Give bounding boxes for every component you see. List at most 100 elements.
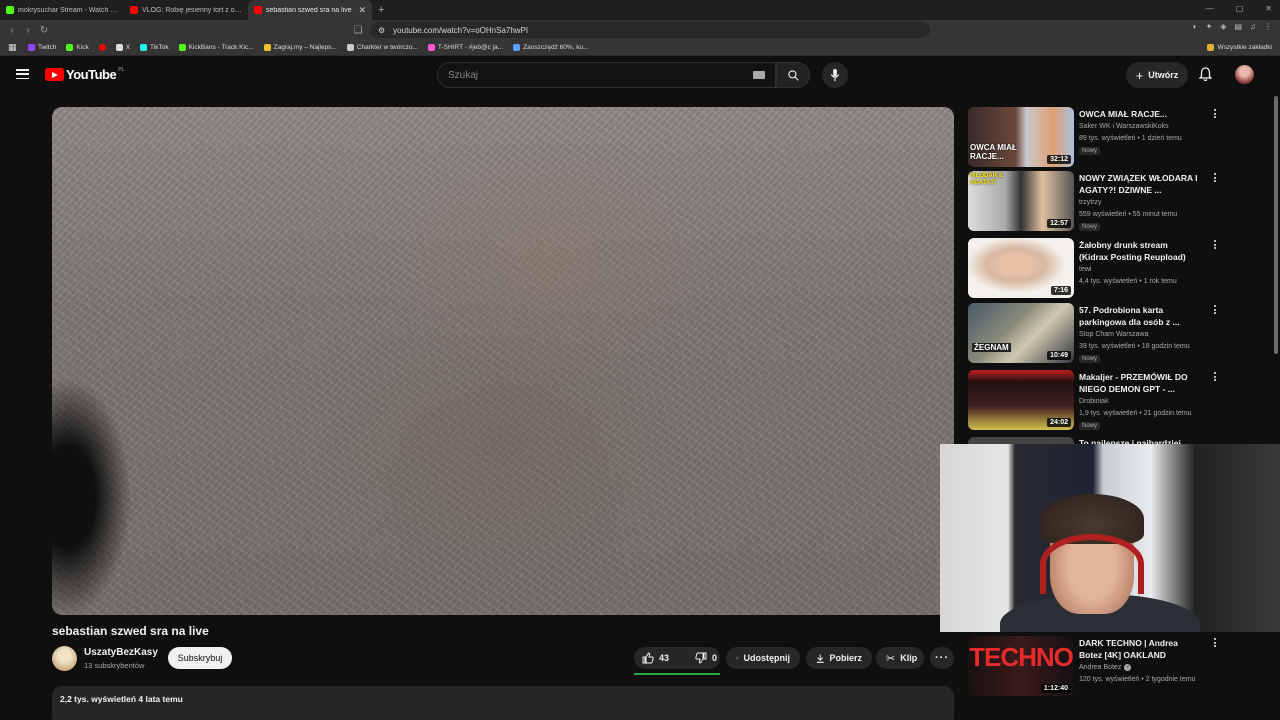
all-bookmarks[interactable]: Wszystkie zakładki: [1207, 44, 1272, 51]
bookmark-item[interactable]: Twitch: [28, 44, 56, 51]
channel-name[interactable]: UszatyBezKasy: [84, 647, 158, 658]
rec-meta: 120 tys. wyświetleń • 2 tygodnie temu: [1079, 676, 1196, 683]
reload-icon[interactable]: ↻: [36, 25, 52, 36]
more-vertical-icon[interactable]: [1211, 173, 1219, 182]
new-tab-icon[interactable]: +: [378, 4, 384, 16]
bookmark-item[interactable]: TikTok: [140, 44, 169, 51]
video-thumbnail[interactable]: WŁODAR & AGATA?! 12:57: [968, 171, 1074, 231]
sale-icon: [513, 44, 521, 51]
voice-search-button[interactable]: [822, 62, 848, 88]
menu-dots-icon[interactable]: ⋮: [1264, 22, 1272, 31]
more-horizontal-icon: ···: [935, 652, 949, 664]
new-badge: Nowy: [1079, 147, 1101, 155]
extension-icon[interactable]: ♫: [1250, 22, 1256, 31]
bookmark-item[interactable]: X: [115, 44, 130, 51]
video-title: sebastian szwed sra na live: [52, 624, 209, 638]
more-actions-button[interactable]: ···: [930, 647, 954, 669]
rec-channel: Saker WK i WarszawskiKoks: [1079, 123, 1169, 130]
like-dislike-group: 43 0: [634, 647, 720, 669]
share-button[interactable]: Udostępnij: [726, 647, 800, 669]
extension-icon[interactable]: ▤: [1234, 22, 1242, 31]
video-thumbnail[interactable]: TECHNO 1:12:40: [968, 636, 1074, 696]
browser-tab[interactable]: mokrysuchar Stream - Watch Live on: [0, 0, 124, 20]
more-vertical-icon[interactable]: [1211, 109, 1219, 118]
recommendation-item[interactable]: ŻEGNAM 10:49 57. Podrobiona karta parkin…: [968, 303, 1268, 365]
youtube-icon: [98, 44, 106, 51]
thumbs-up-icon: [642, 652, 654, 664]
rec-channel: tewi: [1079, 266, 1092, 273]
clip-button[interactable]: ✂ Klip: [876, 647, 924, 669]
search-button[interactable]: [776, 62, 810, 88]
close-window-icon[interactable]: ✕: [1265, 4, 1272, 13]
extension-icon[interactable]: ◐: [1193, 22, 1198, 31]
address-bar[interactable]: ⚙ youtube.com/watch?v=oOHnSa7hwPI: [370, 22, 930, 38]
tab-title: mokrysuchar Stream - Watch Live on: [18, 6, 118, 14]
create-button[interactable]: + Utwórz: [1126, 62, 1188, 88]
channel-avatar[interactable]: [52, 646, 77, 671]
bookmark-item[interactable]: T-SHIRT - #jeb@c ja...: [427, 44, 503, 51]
search-input[interactable]: Szukaj: [437, 62, 776, 88]
extension-icon[interactable]: ◈: [1220, 22, 1226, 31]
zagraj-icon: [263, 44, 271, 51]
create-label: Utwórz: [1148, 70, 1179, 80]
youtube-logo[interactable]: YouTube PL: [45, 67, 124, 82]
video-thumbnail[interactable]: 24:02: [968, 370, 1074, 430]
video-frame-shadow: [52, 377, 132, 615]
video-thumbnail[interactable]: 7:16: [968, 238, 1074, 298]
rec-meta: 89 tys. wyświetleń • 1 dzień temu: [1079, 135, 1182, 142]
subscribe-button[interactable]: Subskrybuj: [168, 647, 232, 669]
keyboard-icon[interactable]: [753, 71, 765, 79]
description-box[interactable]: 2,2 tys. wyświetleń 4 lata temu: [52, 686, 954, 720]
minimize-icon[interactable]: —: [1206, 4, 1214, 13]
recommendation-item[interactable]: TECHNO 1:12:40 DARK TECHNO | Andrea Bote…: [968, 636, 1268, 698]
browser-tab-active[interactable]: sebastian szwed sra na live ✕: [248, 0, 372, 20]
more-vertical-icon[interactable]: [1211, 372, 1219, 381]
page-scrollbar[interactable]: [1274, 96, 1278, 354]
bookmark-item[interactable]: Kick: [66, 44, 89, 51]
bookmark-item[interactable]: [98, 44, 106, 51]
video-player[interactable]: [52, 107, 954, 615]
more-vertical-icon[interactable]: [1211, 638, 1219, 647]
close-tab-icon[interactable]: ✕: [358, 5, 366, 16]
back-icon[interactable]: ‹: [4, 25, 20, 36]
more-vertical-icon[interactable]: [1211, 240, 1219, 249]
menu-hamburger-icon[interactable]: [16, 69, 29, 79]
rec-title: 57. Podrobiona karta parkingowa dla osób…: [1079, 305, 1180, 327]
forward-icon[interactable]: ›: [20, 25, 36, 36]
tab-title: VLOG: Robię jesienny tort z okazji im: [142, 6, 242, 14]
bookmark-item[interactable]: Charkter w twórczo...: [346, 44, 418, 51]
youtube-header: YouTube PL Szukaj + Utwórz: [0, 56, 1280, 94]
download-button[interactable]: Pobierz: [806, 647, 872, 669]
maximize-icon[interactable]: ▢: [1236, 4, 1244, 13]
rec-title: NOWY ZWIĄZEK WŁODARA I AGATY?! DZIWNE ..…: [1079, 173, 1198, 195]
bookmark-item[interactable]: Zaoszczędź 60%, ku...: [513, 44, 589, 51]
kick-icon: [66, 44, 74, 51]
folder-icon: [1207, 44, 1215, 51]
video-thumbnail[interactable]: ŻEGNAM 10:49: [968, 303, 1074, 363]
dislike-button[interactable]: 0: [687, 647, 725, 669]
recommendation-item[interactable]: WŁODAR & AGATA?! 12:57 NOWY ZWIĄZEK WŁOD…: [968, 171, 1268, 233]
browser-tab-bar: mokrysuchar Stream - Watch Live on VLOG:…: [0, 0, 1280, 20]
headphones: [1040, 534, 1144, 594]
thumbnail-caption: TECHNO: [969, 642, 1074, 672]
recommendation-item[interactable]: OWCA MIAŁ RACJE... 32:12 OWCA MIAŁ RACJE…: [968, 107, 1268, 169]
recommendation-item[interactable]: 7:16 Żałobny drunk stream (Kidrax Postin…: [968, 238, 1268, 300]
notifications-bell-icon[interactable]: [1199, 67, 1212, 82]
bookmark-icon[interactable]: ❏: [350, 25, 366, 36]
bookmarks-bar: ▦ Twitch Kick X TikTok KickBans - Track …: [0, 40, 1280, 56]
like-count: 43: [659, 653, 670, 663]
extension-icons: ◐ ✦ ◈ ▤ ♫ ⋮: [1193, 22, 1272, 31]
site-info-icon[interactable]: ⚙: [378, 26, 385, 35]
country-code: PL: [118, 66, 125, 73]
apps-grid-icon[interactable]: ▦: [8, 42, 17, 53]
bookmark-item[interactable]: Zagraj.my – Najleps...: [263, 44, 337, 51]
extension-icon[interactable]: ✦: [1206, 22, 1213, 31]
rec-title: Żałobny drunk stream (Kidrax Posting Reu…: [1079, 240, 1186, 262]
like-button[interactable]: 43: [634, 647, 677, 669]
bookmark-item[interactable]: KickBans - Track Kic...: [178, 44, 254, 51]
video-thumbnail[interactable]: OWCA MIAŁ RACJE... 32:12: [968, 107, 1074, 167]
user-avatar[interactable]: [1235, 65, 1254, 84]
recommendation-item[interactable]: 24:02 Makaljer - PRZEMÓWIŁ DO NIEGO DEMO…: [968, 370, 1268, 432]
more-vertical-icon[interactable]: [1211, 305, 1219, 314]
browser-tab[interactable]: VLOG: Robię jesienny tort z okazji im: [124, 0, 248, 20]
